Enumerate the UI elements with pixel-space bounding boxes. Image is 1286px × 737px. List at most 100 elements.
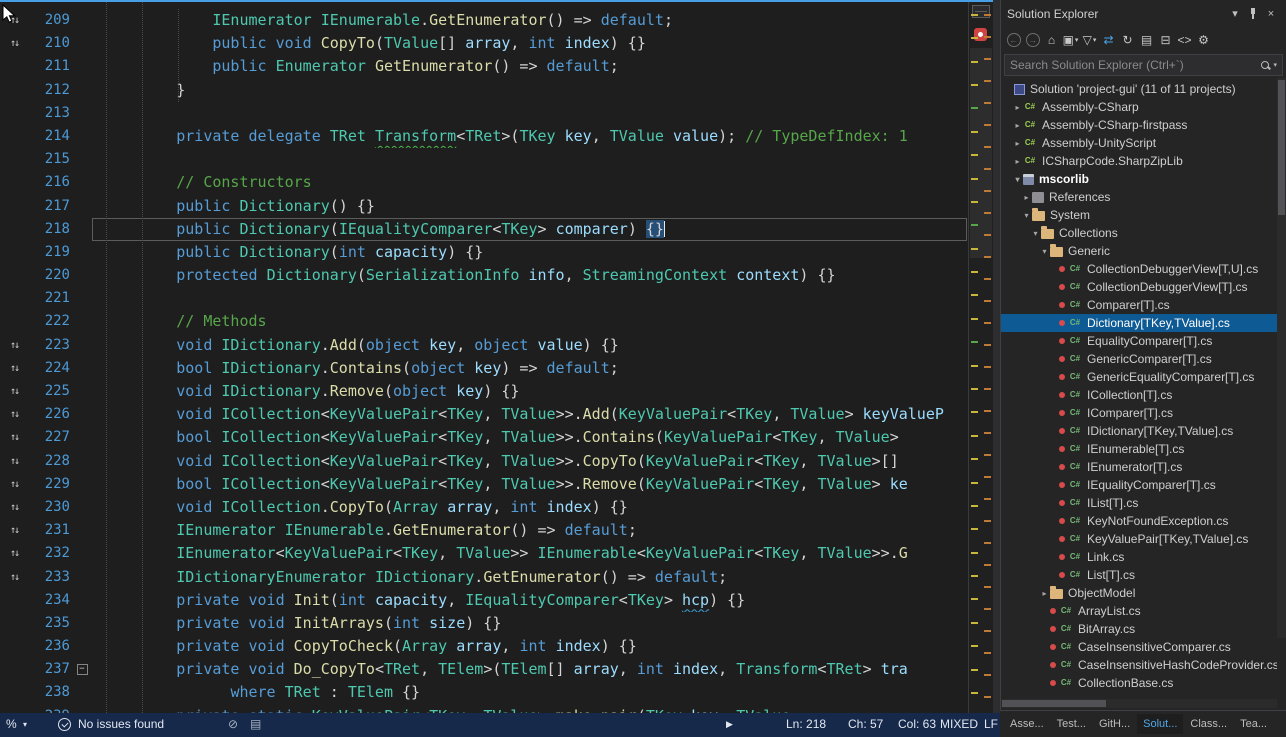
code-text[interactable]: // Methods — [90, 310, 968, 333]
code-line[interactable]: ↑↓231 IEnumerator IEnumerable.GetEnumera… — [0, 519, 968, 542]
close-icon[interactable]: × — [1262, 5, 1280, 23]
zoom-control[interactable]: % — [6, 717, 17, 731]
code-line[interactable]: ↑↓209 IEnumerator IEnumerable.GetEnumera… — [0, 9, 968, 32]
scrollbar-thumb[interactable] — [1278, 80, 1285, 215]
line-number[interactable]: 209 — [28, 9, 74, 32]
line-number[interactable]: 214 — [28, 125, 74, 148]
line-number[interactable]: 219 — [28, 241, 74, 264]
code-line[interactable]: 213 — [0, 102, 968, 125]
code-text[interactable]: bool ICollection<KeyValuePair<TKey, TVal… — [90, 473, 968, 496]
line-number[interactable]: 215 — [28, 148, 74, 171]
code-text[interactable]: IEnumerator IEnumerable.GetEnumerator() … — [90, 9, 968, 32]
tree-item-caseinsensitivehashcodeprovider-cs[interactable]: C#CaseInsensitiveHashCodeProvider.cs — [1001, 656, 1277, 674]
code-line[interactable]: ↑↓233 IDictionaryEnumerator IDictionary.… — [0, 566, 968, 589]
tree-item-assembly-csharp[interactable]: ▸C#Assembly-CSharp — [1001, 98, 1277, 116]
issues-status[interactable]: No issues found — [78, 717, 164, 731]
reference-arrows-icon[interactable]: ↑↓ — [0, 542, 28, 565]
code-line[interactable]: ↑↓225 void IDictionary.Remove(object key… — [0, 380, 968, 403]
search-box[interactable]: ▾ — [1004, 54, 1283, 76]
fold-collapse-button[interactable]: − — [74, 658, 90, 681]
code-line[interactable]: ↑↓232 IEnumerator<KeyValuePair<TKey, TVa… — [0, 542, 968, 565]
code-text[interactable]: void IDictionary.Add(object key, object … — [90, 334, 968, 357]
search-icon[interactable] — [1260, 60, 1271, 71]
properties-button[interactable]: ⚙ — [1194, 30, 1213, 50]
code-line[interactable]: ↑↓224 bool IDictionary.Contains(object k… — [0, 357, 968, 380]
code-line[interactable]: 221 — [0, 287, 968, 310]
code-line[interactable]: ↑↓229 bool ICollection<KeyValuePair<TKey… — [0, 473, 968, 496]
tree-item-bitarray-cs[interactable]: C#BitArray.cs — [1001, 620, 1277, 638]
code-text[interactable]: private void InitArrays(int size) {} — [90, 612, 968, 635]
tree-vertical-scrollbar[interactable] — [1277, 78, 1286, 638]
sync-active-document-button[interactable]: ⇄ — [1099, 30, 1118, 50]
line-number[interactable]: 210 — [28, 32, 74, 55]
code-text[interactable]: private void CopyToCheck(Array array, in… — [90, 635, 968, 658]
tree-item-icollection-t-cs[interactable]: C#ICollection[T].cs — [1001, 386, 1277, 404]
code-line[interactable]: 222 // Methods — [0, 310, 968, 333]
tree-item-arraylist-cs[interactable]: C#ArrayList.cs — [1001, 602, 1277, 620]
code-lines[interactable]: ↑↓209 IEnumerator IEnumerable.GetEnumera… — [0, 4, 968, 713]
status-encoding-indicator[interactable]: MIXED — [940, 717, 978, 731]
line-number[interactable]: 223 — [28, 334, 74, 357]
code-line[interactable]: 212 } — [0, 79, 968, 102]
tree-item-genericequalitycomparer-t-cs[interactable]: C#GenericEqualityComparer[T].cs — [1001, 368, 1277, 386]
code-text[interactable]: protected Dictionary(SerializationInfo i… — [90, 264, 968, 287]
panel-tab-solut[interactable]: Solut... — [1137, 714, 1183, 734]
window-position-icon[interactable]: ▾ — [1226, 5, 1244, 23]
code-line[interactable]: 219 public Dictionary(int capacity) {} — [0, 241, 968, 264]
code-text[interactable]: public Dictionary(int capacity) {} — [90, 241, 968, 264]
line-number[interactable]: 220 — [28, 264, 74, 287]
code-text[interactable]: } — [90, 79, 968, 102]
tree-item-caseinsensitivecomparer-cs[interactable]: C#CaseInsensitiveComparer.cs — [1001, 638, 1277, 656]
line-number[interactable]: 229 — [28, 473, 74, 496]
code-text[interactable]: bool ICollection<KeyValuePair<TKey, TVal… — [90, 426, 968, 449]
code-text[interactable]: IEnumerator IEnumerable.GetEnumerator() … — [90, 519, 968, 542]
tree-item-mscorlib[interactable]: ▾mscorlib — [1001, 170, 1277, 188]
code-line[interactable]: 234 private void Init(int capacity, IEqu… — [0, 589, 968, 612]
code-text[interactable] — [90, 287, 968, 310]
tree-item-keyvaluepair-tkey-tvalue-cs[interactable]: C#KeyValuePair[TKey,TValue].cs — [1001, 530, 1277, 548]
tree-item-genericcomparer-t-cs[interactable]: C#GenericComparer[T].cs — [1001, 350, 1277, 368]
code-line[interactable]: 216 // Constructors — [0, 171, 968, 194]
line-number[interactable]: 237 — [28, 658, 74, 681]
panel-tab-tea[interactable]: Tea... — [1234, 714, 1273, 734]
tree-item-dictionary-tkey-tvalue-cs[interactable]: C#Dictionary[TKey,TValue].cs — [1001, 314, 1277, 332]
reference-arrows-icon[interactable]: ↑↓ — [0, 519, 28, 542]
line-number[interactable]: 238 — [28, 681, 74, 704]
tree-item-comparer-t-cs[interactable]: C#Comparer[T].cs — [1001, 296, 1277, 314]
tree-item-references[interactable]: ▸References — [1001, 188, 1277, 206]
tree-item-objectmodel[interactable]: ▸ObjectModel — [1001, 584, 1277, 602]
tree-item-link-cs[interactable]: C#Link.cs — [1001, 548, 1277, 566]
line-number[interactable]: 216 — [28, 171, 74, 194]
line-number[interactable]: 221 — [28, 287, 74, 310]
filter-button[interactable]: ▽▾ — [1080, 30, 1099, 50]
line-number[interactable]: 212 — [28, 79, 74, 102]
code-text[interactable]: void ICollection<KeyValuePair<TKey, TVal… — [90, 450, 968, 473]
status-line-ending-indicator[interactable]: LF — [984, 717, 998, 731]
code-text[interactable] — [90, 148, 968, 171]
code-line[interactable]: 237− private void Do_CopyTo<TRet, TElem>… — [0, 658, 968, 681]
line-number[interactable]: 231 — [28, 519, 74, 542]
view-code-button[interactable]: <> — [1175, 30, 1194, 50]
line-number[interactable]: 228 — [28, 450, 74, 473]
reference-arrows-icon[interactable]: ↑↓ — [0, 32, 28, 55]
split-editor-handle-icon[interactable] — [972, 5, 990, 18]
code-line[interactable]: 238 where TRet : TElem {} — [0, 681, 968, 704]
search-options-caret-icon[interactable]: ▾ — [1273, 61, 1277, 69]
code-line[interactable]: 218 public Dictionary(IEqualityComparer<… — [0, 218, 968, 241]
expander-icon[interactable]: ▾ — [1039, 247, 1050, 256]
line-number[interactable]: 233 — [28, 566, 74, 589]
line-number[interactable]: 234 — [28, 589, 74, 612]
code-text[interactable]: private void Do_CopyTo<TRet, TElem>(TEle… — [90, 658, 968, 681]
expander-icon[interactable]: ▸ — [1012, 121, 1023, 130]
reference-arrows-icon[interactable]: ↑↓ — [0, 496, 28, 519]
reference-arrows-icon[interactable]: ↑↓ — [0, 403, 28, 426]
reference-arrows-icon[interactable]: ↑↓ — [0, 380, 28, 403]
code-line[interactable]: 220 protected Dictionary(SerializationIn… — [0, 264, 968, 287]
panel-tab-test[interactable]: Test... — [1051, 714, 1092, 734]
back-button[interactable]: ← — [1004, 30, 1023, 50]
line-number[interactable]: 236 — [28, 635, 74, 658]
expander-icon[interactable]: ▸ — [1012, 157, 1023, 166]
expander-icon[interactable]: ▾ — [1012, 175, 1023, 184]
panel-tab-asse[interactable]: Asse... — [1004, 714, 1050, 734]
status-character-indicator[interactable]: Ch: 57 — [848, 717, 883, 731]
